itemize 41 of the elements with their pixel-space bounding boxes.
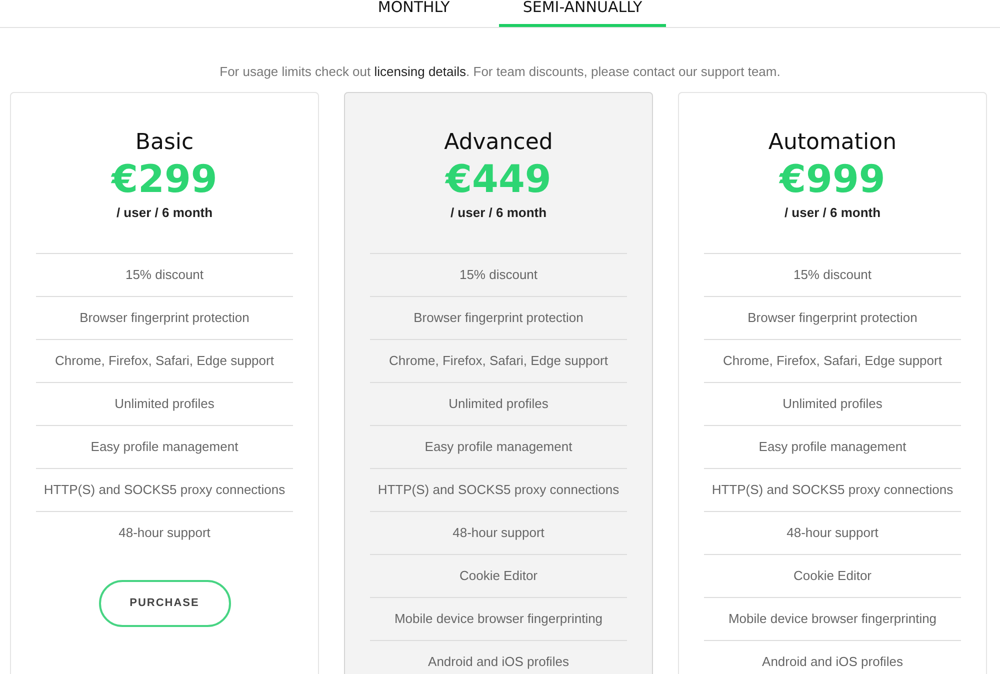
feature-item: HTTP(S) and SOCKS5 proxy connections	[370, 468, 627, 511]
licensing-notice: For usage limits check out licensing details. For team discounts, please contact our support team.	[218, 63, 782, 81]
plan-price: €299	[112, 156, 218, 200]
feature-item: Chrome, Firefox, Safari, Edge support	[370, 339, 627, 382]
billing-period: / user / 6 month	[116, 204, 213, 222]
feature-item: HTTP(S) and SOCKS5 proxy connections	[704, 468, 961, 511]
feature-item: 48-hour support	[36, 511, 293, 554]
feature-item: Easy profile management	[36, 425, 293, 468]
feature-item: Mobile device browser fingerprinting	[370, 597, 627, 640]
billing-period: / user / 6 month	[784, 204, 881, 222]
feature-item: Chrome, Firefox, Safari, Edge support	[704, 339, 961, 382]
feature-item: Unlimited profiles	[36, 382, 293, 425]
feature-item: 15% discount	[704, 253, 961, 296]
feature-item: Cookie Editor	[704, 554, 961, 597]
period-tab[interactable]: SEMI-ANNUALLY	[498, 0, 666, 27]
plan-price: €999	[780, 156, 886, 200]
feature-item: Browser fingerprint protection	[704, 296, 961, 339]
period-tab[interactable]: MONTHLY	[354, 0, 474, 27]
feature-item: Cookie Editor	[370, 554, 627, 597]
feature-item: Android and iOS profiles	[704, 640, 961, 674]
feature-item: Easy profile management	[704, 425, 961, 468]
plan-name: Automation	[768, 128, 897, 156]
feature-item: 15% discount	[370, 253, 627, 296]
plan-price: €449	[446, 156, 552, 200]
feature-item: Android and iOS profiles	[370, 640, 627, 674]
feature-item: HTTP(S) and SOCKS5 proxy connections	[36, 468, 293, 511]
feature-item: Unlimited profiles	[704, 382, 961, 425]
feature-item: 15% discount	[36, 253, 293, 296]
feature-item: 48-hour support	[704, 511, 961, 554]
feature-item: Mobile device browser fingerprinting	[704, 597, 961, 640]
billing-period: / user / 6 month	[450, 204, 547, 222]
licensing-details-link[interactable]: licensing details	[374, 64, 466, 79]
feature-item: Browser fingerprint protection	[370, 296, 627, 339]
purchase-button[interactable]: PURCHASE	[98, 580, 230, 627]
feature-item: 48-hour support	[370, 511, 627, 554]
feature-item: Chrome, Firefox, Safari, Edge support	[36, 339, 293, 382]
feature-item: Unlimited profiles	[370, 382, 627, 425]
plan-name: Basic	[135, 128, 194, 156]
feature-item: Easy profile management	[370, 425, 627, 468]
plan-name: Advanced	[444, 128, 553, 156]
feature-item: Browser fingerprint protection	[36, 296, 293, 339]
